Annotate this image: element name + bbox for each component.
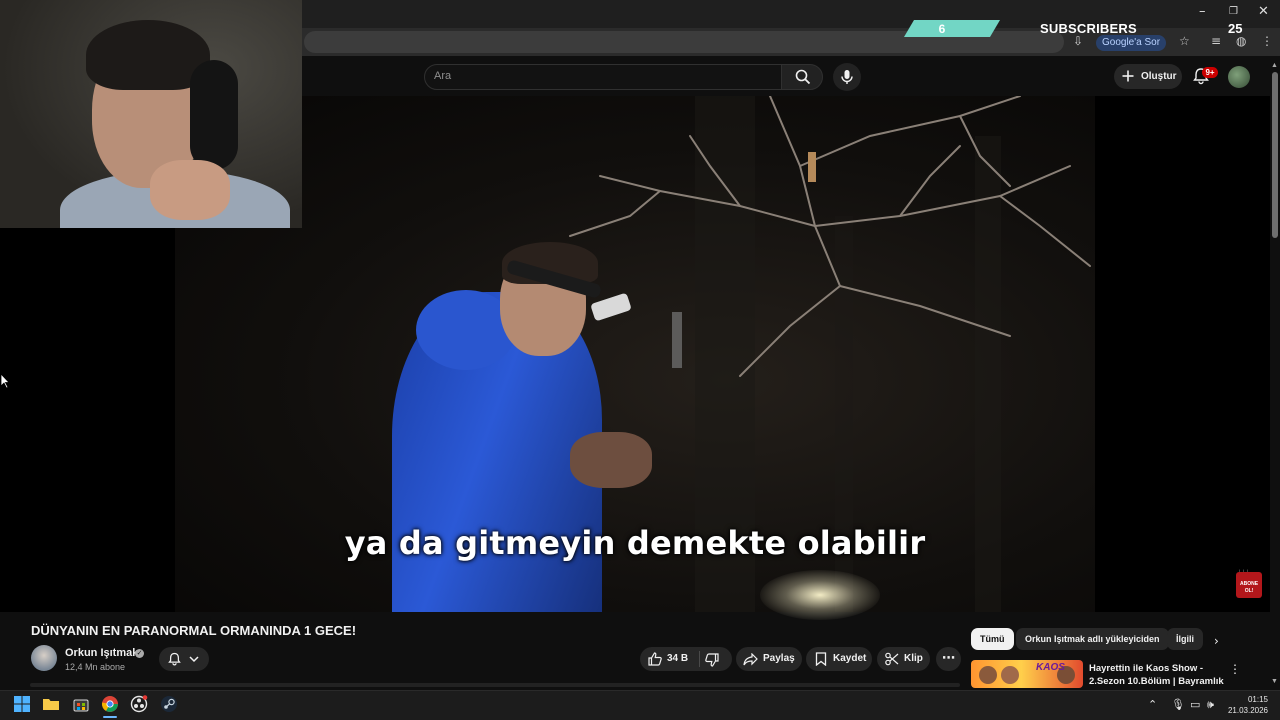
scroll-up-arrow-icon[interactable]: ▲ [1271, 62, 1278, 69]
account-avatar[interactable] [1228, 66, 1250, 88]
search-placeholder: Ara [434, 70, 452, 82]
recommendation-thumbnail[interactable] [971, 660, 1083, 688]
file-explorer-icon[interactable] [42, 695, 60, 713]
chip-from-uploader[interactable]: Orkun Işıtmak adlı yükleyiciden [1016, 628, 1169, 650]
bookmark-icon [815, 652, 827, 666]
install-icon[interactable]: ⇩ [1073, 34, 1083, 48]
volume-icon[interactable]: 🕪 [1207, 698, 1214, 712]
clip-label: Klip [904, 653, 923, 664]
taskbar-clock[interactable]: 01:15 21.03.2026 [1226, 694, 1268, 716]
voice-search-button[interactable] [833, 63, 861, 91]
subscription-bell-button[interactable] [159, 647, 209, 671]
subscriber-goal-bar [904, 20, 1000, 37]
save-label: Kaydet [833, 653, 867, 664]
microphone-tray-icon[interactable]: 🎙︎ [1171, 698, 1185, 711]
google-sor-button[interactable]: Google'a Sor [1096, 35, 1167, 51]
plus-icon [1122, 70, 1134, 82]
bookmark-star-icon[interactable]: ☆ [1179, 34, 1190, 48]
tray-overflow-icon[interactable]: ⌃ [1148, 698, 1157, 711]
chevron-down-icon [189, 656, 199, 663]
subscribe-watermark-label: ABONE OL! [1239, 581, 1259, 594]
search-button[interactable] [781, 64, 823, 90]
minimize-icon[interactable]: – [1199, 4, 1206, 19]
webcam-overlay [0, 0, 302, 228]
person-hands [570, 432, 652, 488]
like-icon[interactable] [648, 652, 662, 666]
notifications-badge: 9+ [1202, 67, 1218, 78]
search-icon [795, 69, 811, 85]
channel-name[interactable]: Orkun Işıtmak [65, 647, 138, 659]
recommendation-thumb-text: KAOS [1036, 662, 1065, 673]
more-horizontal-icon: ⋯ [942, 650, 955, 665]
active-app-indicator [103, 716, 117, 718]
obs-icon[interactable] [130, 695, 148, 713]
verified-check-icon: ✓ [135, 649, 144, 658]
webcam-person-hand [150, 160, 230, 220]
thumbnail-face [1001, 666, 1019, 684]
thumbnail-face [979, 666, 997, 684]
search-input[interactable] [424, 64, 782, 90]
close-icon[interactable]: ✕ [1258, 4, 1269, 19]
subscriber-count: 6 [938, 22, 946, 36]
store-icon[interactable] [72, 695, 90, 713]
like-count[interactable]: 34 B [667, 653, 688, 664]
restore-icon[interactable]: ❐ [1229, 6, 1238, 17]
like-divider [699, 651, 700, 667]
share-icon [743, 653, 758, 666]
chevron-right-icon[interactable]: › [1214, 634, 1219, 648]
microphone-icon [841, 70, 853, 84]
steam-icon[interactable] [160, 695, 178, 713]
chip-all[interactable]: Tümü [971, 628, 1014, 650]
headset-icon [190, 60, 238, 170]
more-vertical-icon[interactable]: ⋮ [1229, 662, 1241, 676]
hanging-charm [808, 152, 816, 182]
video-title: DÜNYANIN EN PARANORMAL ORMANINDA 1 GECE! [31, 623, 357, 638]
clock-date: 21.03.2026 [1227, 706, 1268, 715]
tree-branches [569, 96, 1091, 377]
create-label: Oluştur [1141, 71, 1177, 82]
chrome-icon[interactable] [101, 695, 119, 713]
subscriber-label: SUBSCRIBERS [1040, 21, 1137, 36]
scissors-icon [885, 652, 899, 666]
bell-icon [168, 652, 181, 666]
media-icon[interactable]: ≡ [1211, 34, 1221, 48]
subscribe-watermark[interactable]: ABONE OL! [1236, 572, 1262, 598]
profile-icon[interactable]: ◍ [1236, 34, 1246, 48]
scroll-down-arrow-icon[interactable]: ▼ [1271, 678, 1278, 685]
hanging-charm [672, 312, 682, 368]
channel-avatar[interactable] [31, 645, 57, 671]
scrollbar-thumb[interactable] [1272, 72, 1278, 238]
content-divider [30, 683, 960, 687]
subscriber-goal: 25 [1228, 21, 1243, 36]
share-label: Paylaş [763, 653, 795, 664]
menu-kebab-icon[interactable]: ⋮ [1261, 34, 1273, 48]
video-subtitle: ya da gitmeyin demekte olabilir [344, 524, 926, 562]
chip-related[interactable]: İlgili [1167, 628, 1203, 650]
windows-start-icon[interactable] [13, 695, 31, 713]
mouse-cursor-icon [0, 373, 10, 389]
channel-subscriber-count: 12,4 Mn abone [65, 662, 126, 672]
windows-taskbar [0, 690, 1280, 720]
clock-time: 01:15 [1247, 695, 1268, 704]
ground-light-glow [760, 570, 880, 620]
dislike-icon[interactable] [705, 653, 719, 667]
network-icon[interactable]: ▭ [1190, 698, 1200, 711]
